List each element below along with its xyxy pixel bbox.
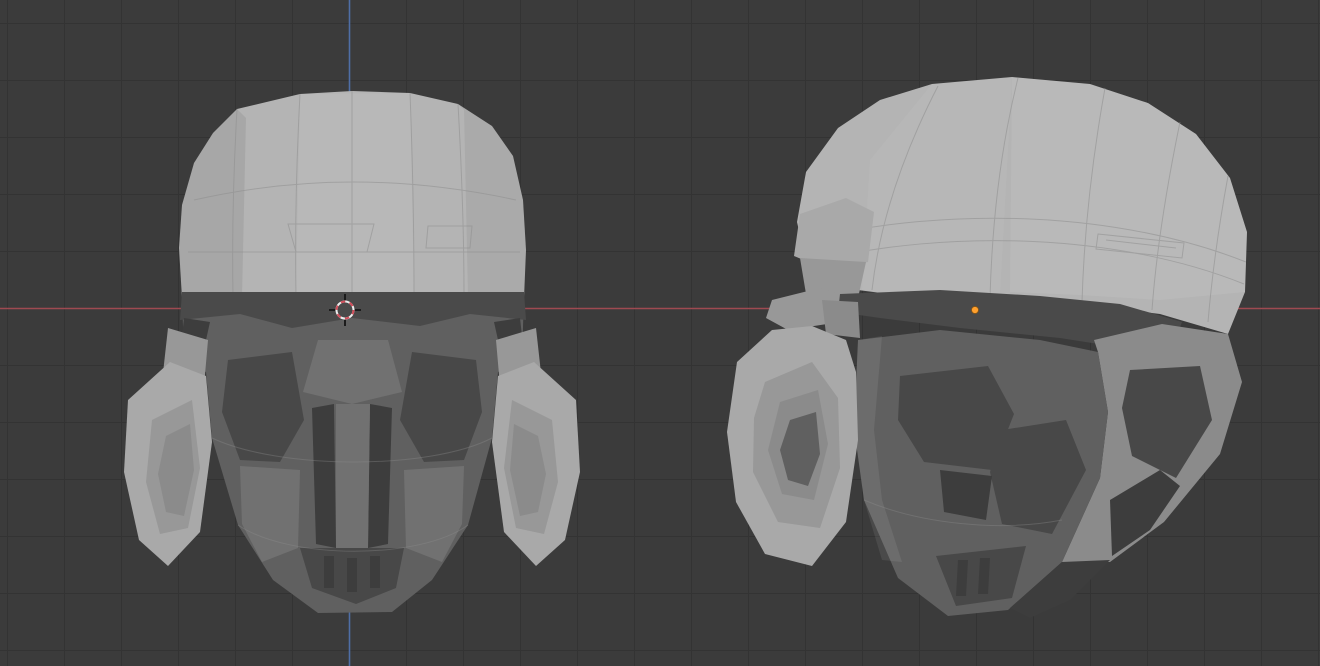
helmet-model-front[interactable]	[124, 91, 580, 613]
helmet-front-flare-right	[492, 362, 580, 566]
3d-viewport[interactable]	[0, 0, 1320, 666]
helmet-front-nose-bridge	[303, 340, 402, 404]
object-origin-icon	[971, 306, 979, 314]
helmet-side-ear-flare	[727, 326, 858, 566]
helmet-model-side[interactable]	[727, 77, 1247, 618]
helmet-front-center-column	[336, 404, 370, 548]
helmet-front-flare-left	[124, 362, 212, 566]
helmet-side-jaw	[854, 330, 1110, 618]
scene-layer	[0, 0, 1320, 666]
